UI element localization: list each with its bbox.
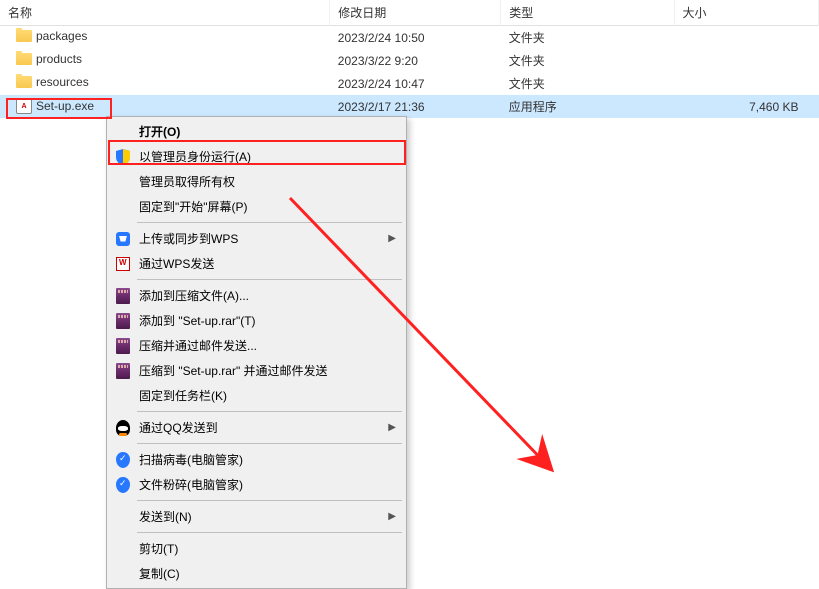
table-row[interactable]: products 2023/3/22 9:20文件夹 — [0, 49, 819, 72]
file-name-cell: resources — [0, 72, 330, 92]
file-size-cell — [674, 26, 818, 50]
menu-separator — [137, 443, 402, 444]
file-date-cell: 2023/2/24 10:50 — [330, 26, 501, 50]
file-date-cell: 2023/3/22 9:20 — [330, 49, 501, 72]
menu-add-setup-rar[interactable]: 添加到 "Set-up.rar"(T) — [109, 308, 404, 333]
qq-icon — [115, 420, 131, 436]
file-size-cell — [674, 49, 818, 72]
menu-add-archive[interactable]: 添加到压缩文件(A)... — [109, 283, 404, 308]
file-size-cell: 7,460 KB — [674, 95, 818, 118]
menu-send-qq[interactable]: 通过QQ发送到 ▶ — [109, 415, 404, 440]
menu-add-archive-label: 添加到压缩文件(A)... — [139, 287, 249, 304]
column-header-date[interactable]: 修改日期 — [330, 0, 501, 26]
menu-pin-taskbar[interactable]: 固定到任务栏(K) — [109, 383, 404, 408]
folder-icon — [16, 76, 32, 88]
rar-icon — [115, 313, 131, 329]
file-name-label: products — [36, 52, 82, 66]
file-type-cell: 文件夹 — [501, 26, 674, 50]
column-header-row: 名称 修改日期 类型 大小 — [0, 0, 819, 26]
menu-send-wps-label: 通过WPS发送 — [139, 255, 214, 272]
menu-send-to-label: 发送到(N) — [139, 508, 192, 525]
file-date-cell: 2023/2/17 21:36 — [330, 95, 501, 118]
file-name-label: Set-up.exe — [36, 99, 94, 113]
menu-separator — [137, 411, 402, 412]
file-name-cell: A Set-up.exe — [0, 95, 330, 117]
menu-cut-label: 剪切(T) — [139, 540, 178, 557]
menu-compress-email-label: 压缩并通过邮件发送... — [139, 337, 257, 354]
qqmgr-icon — [115, 452, 131, 468]
menu-separator — [137, 532, 402, 533]
file-name-label: packages — [36, 29, 87, 43]
menu-open-label: 打开(O) — [139, 123, 180, 140]
menu-run-as-admin-label: 以管理员身份运行(A) — [139, 148, 251, 165]
folder-icon — [16, 30, 32, 42]
file-type-cell: 应用程序 — [501, 95, 674, 118]
file-list-table: 名称 修改日期 类型 大小 packages 2023/2/24 10:50文件夹… — [0, 0, 819, 118]
folder-icon — [16, 53, 32, 65]
file-type-cell: 文件夹 — [501, 72, 674, 95]
rar-icon — [115, 338, 131, 354]
menu-separator — [137, 222, 402, 223]
table-row[interactable]: packages 2023/2/24 10:50文件夹 — [0, 26, 819, 50]
table-row[interactable]: resources 2023/2/24 10:47文件夹 — [0, 72, 819, 95]
wps-cloud-icon — [115, 231, 131, 247]
rar-icon — [115, 363, 131, 379]
column-header-name[interactable]: 名称 — [0, 0, 330, 26]
table-row[interactable]: A Set-up.exe 2023/2/17 21:36应用程序7,460 KB — [0, 95, 819, 118]
menu-add-setup-rar-label: 添加到 "Set-up.rar"(T) — [139, 312, 256, 329]
menu-open[interactable]: 打开(O) — [109, 119, 404, 144]
chevron-right-icon: ▶ — [388, 233, 396, 244]
column-header-type[interactable]: 类型 — [501, 0, 674, 26]
shield-icon — [115, 149, 131, 165]
menu-compress-email[interactable]: 压缩并通过邮件发送... — [109, 333, 404, 358]
menu-send-qq-label: 通过QQ发送到 — [139, 419, 218, 436]
menu-compress-setup-email[interactable]: 压缩到 "Set-up.rar" 并通过邮件发送 — [109, 358, 404, 383]
file-type-cell: 文件夹 — [501, 49, 674, 72]
menu-cut[interactable]: 剪切(T) — [109, 536, 404, 561]
file-name-cell: products — [0, 49, 330, 69]
qqmgr-icon — [115, 477, 131, 493]
menu-send-wps[interactable]: 通过WPS发送 — [109, 251, 404, 276]
rar-icon — [115, 288, 131, 304]
menu-scan-virus[interactable]: 扫描病毒(电脑管家) — [109, 447, 404, 472]
menu-pin-start-label: 固定到"开始"屏幕(P) — [139, 198, 248, 215]
menu-compress-setup-email-label: 压缩到 "Set-up.rar" 并通过邮件发送 — [139, 362, 328, 379]
menu-shred-file-label: 文件粉碎(电脑管家) — [139, 476, 243, 493]
column-header-size[interactable]: 大小 — [674, 0, 818, 26]
menu-send-to[interactable]: 发送到(N) ▶ — [109, 504, 404, 529]
file-size-cell — [674, 72, 818, 95]
menu-pin-taskbar-label: 固定到任务栏(K) — [139, 387, 227, 404]
menu-upload-wps-label: 上传或同步到WPS — [139, 230, 238, 247]
menu-shred-file[interactable]: 文件粉碎(电脑管家) — [109, 472, 404, 497]
chevron-right-icon: ▶ — [388, 511, 396, 522]
file-date-cell: 2023/2/24 10:47 — [330, 72, 501, 95]
menu-copy-label: 复制(C) — [139, 565, 180, 582]
menu-admin-ownership-label: 管理员取得所有权 — [139, 173, 235, 190]
menu-pin-start[interactable]: 固定到"开始"屏幕(P) — [109, 194, 404, 219]
menu-separator — [137, 500, 402, 501]
menu-admin-ownership[interactable]: 管理员取得所有权 — [109, 169, 404, 194]
menu-upload-wps[interactable]: 上传或同步到WPS ▶ — [109, 226, 404, 251]
chevron-right-icon: ▶ — [388, 422, 396, 433]
wps-send-icon — [115, 256, 131, 272]
file-name-label: resources — [36, 75, 89, 89]
exe-icon: A — [16, 98, 32, 114]
context-menu: 打开(O) 以管理员身份运行(A) 管理员取得所有权 固定到"开始"屏幕(P) … — [106, 116, 407, 589]
menu-separator — [137, 279, 402, 280]
file-name-cell: packages — [0, 26, 330, 46]
menu-copy[interactable]: 复制(C) — [109, 561, 404, 586]
menu-run-as-admin[interactable]: 以管理员身份运行(A) — [109, 144, 404, 169]
menu-scan-virus-label: 扫描病毒(电脑管家) — [139, 451, 243, 468]
